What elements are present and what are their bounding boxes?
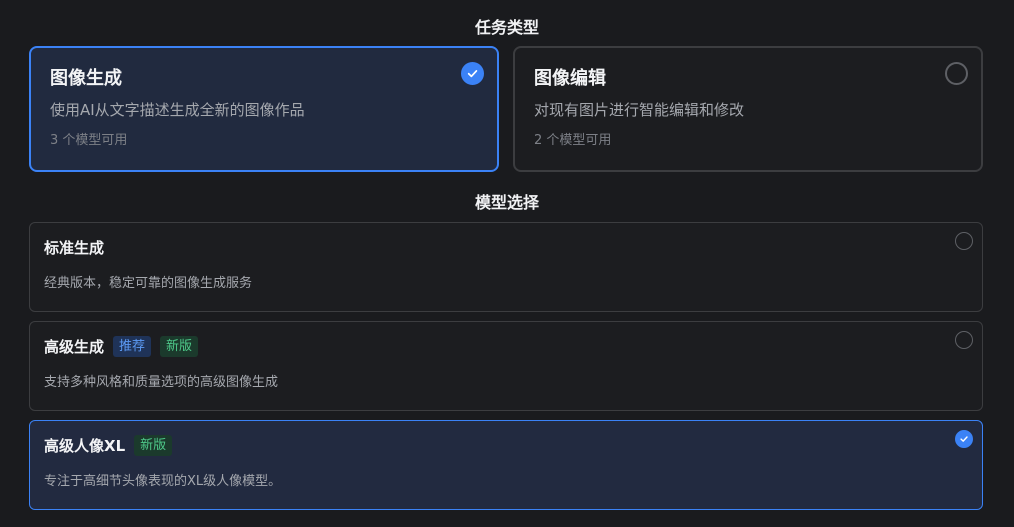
model-option-description: 支持多种风格和质量选项的高级图像生成	[44, 375, 279, 390]
check-icon[interactable]	[955, 430, 973, 448]
task-type-title: 任务类型	[474, 18, 539, 37]
task-option-image-generation[interactable]: 图像生成 使用AI从文字描述生成全新的图像作品 3 个模型可用	[29, 46, 499, 172]
model-option-advanced[interactable]: 高级生成 推荐 新版 支持多种风格和质量选项的高级图像生成	[29, 321, 983, 411]
new-version-badge: 新版	[134, 434, 173, 456]
model-option-advanced-portrait-xl[interactable]: 高级人像XL 新版 专注于高细节头像表现的XL级人像模型。	[29, 420, 983, 510]
model-option-description: 经典版本，稳定可靠的图像生成服务	[44, 276, 253, 291]
task-option-name: 图像编辑	[534, 68, 606, 89]
check-icon[interactable]	[461, 62, 484, 85]
radio-empty-icon[interactable]	[945, 62, 968, 85]
new-version-badge: 新版	[160, 335, 199, 357]
model-option-standard[interactable]: 标准生成 经典版本，稳定可靠的图像生成服务	[29, 222, 983, 312]
model-selection-title: 模型选择	[474, 193, 539, 212]
task-option-description: 对现有图片进行智能编辑和修改	[534, 101, 745, 119]
recommended-badge: 推荐	[113, 335, 152, 357]
model-option-name: 高级生成	[44, 337, 105, 356]
task-option-model-count: 3 个模型可用	[50, 133, 128, 148]
model-option-name: 高级人像XL	[44, 436, 126, 455]
radio-empty-icon[interactable]	[955, 232, 973, 250]
task-option-name: 图像生成	[50, 68, 122, 89]
model-option-description: 专注于高细节头像表现的XL级人像模型。	[44, 474, 282, 489]
radio-empty-icon[interactable]	[955, 331, 973, 349]
task-option-model-count: 2 个模型可用	[534, 133, 612, 148]
task-option-image-editing[interactable]: 图像编辑 对现有图片进行智能编辑和修改 2 个模型可用	[513, 46, 983, 172]
task-option-description: 使用AI从文字描述生成全新的图像作品	[50, 101, 305, 119]
model-option-name: 标准生成	[44, 238, 105, 257]
